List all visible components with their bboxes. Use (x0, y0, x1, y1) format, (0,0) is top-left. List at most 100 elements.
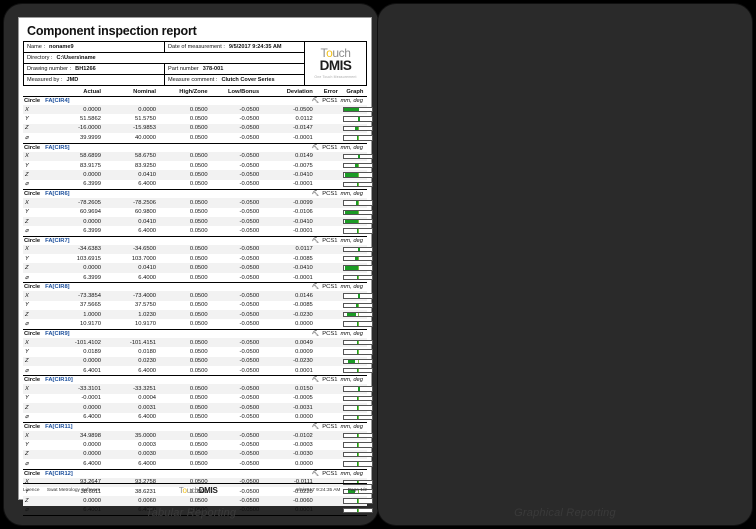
bar-fill (357, 368, 359, 373)
bar-fill (355, 303, 358, 308)
cell-nominal: -101.4151 (129, 339, 157, 346)
cell-actual: 37.5665 (80, 302, 101, 309)
cell-nominal: 0.0000 (138, 106, 157, 113)
cell-high-zone: 0.0500 (189, 218, 208, 225)
units-label: mm, deg (340, 284, 363, 291)
cell-deviation: -0.0003 (293, 442, 313, 449)
cell-axis: Y (25, 442, 29, 449)
cell-low-bonus: -0.0500 (239, 274, 260, 281)
caption-tabular: Tabular Reporting (145, 507, 237, 519)
cell-deviation: 0.0146 (295, 292, 313, 299)
group-name: Circle FA[CIR11] (24, 424, 73, 430)
bar-fill (357, 154, 361, 158)
cell-graph (342, 395, 373, 402)
cell-nominal: 0.0060 (138, 497, 157, 504)
cell-deviation: -0.0001 (293, 134, 313, 141)
cell-nominal: -78.2506 (133, 199, 157, 206)
probe-icon: ⛏ (311, 377, 320, 384)
coordinate-system-label: PCS1 (322, 98, 338, 104)
table-row: ⌀ 6.4000 6.4000 0.0500 -0.0500 0.0000 (23, 459, 373, 468)
bar-center-tick (357, 126, 359, 131)
cell-actual: -73.3854 (78, 292, 101, 299)
cell-low-bonus: -0.0500 (239, 125, 260, 132)
cell-actual: 6.4001 (83, 367, 101, 374)
footer-licence: Licence Swat Metrology Software (23, 488, 101, 493)
cell-actual: 58.6899 (80, 153, 101, 160)
cell-nominal: 0.0410 (138, 265, 157, 272)
group-feature-label: FA[CIR4] (45, 98, 70, 104)
cell-low-bonus: -0.0500 (239, 339, 260, 346)
group-name: Circle FA[CIR4] (24, 98, 70, 104)
cell-actual: 0.0000 (83, 218, 101, 225)
cell-deviation: -0.0001 (293, 227, 313, 234)
cell-nominal: 6.4000 (138, 274, 157, 281)
table-row: Z 0.0000 0.0060 0.0500 -0.0500 -0.0060 (23, 496, 373, 506)
coordinate-system-label: PCS1 (322, 423, 338, 430)
cell-graph (342, 358, 373, 364)
cell-nominal: 0.0180 (138, 348, 157, 355)
cell-low-bonus: -0.0500 (239, 227, 260, 234)
cell-nominal: 40.0000 (135, 134, 157, 141)
cell-deviation: 0.0149 (295, 153, 313, 160)
deviation-bar (342, 162, 373, 169)
bar-fill (357, 275, 359, 280)
cell-low-bonus: -0.0500 (239, 181, 260, 188)
bar-fill (357, 443, 359, 447)
cell-nominal: 6.4000 (138, 460, 157, 467)
cell-nominal: 60.9800 (135, 209, 157, 216)
table-row: Z 0.0000 0.0230 0.0500 -0.0500 -0.0230 (23, 356, 373, 366)
bar-center-tick (357, 499, 359, 503)
table-group: Circle FA[CIR10] ⛏ PCS1 mm, deg X -33.3101 -33.… (23, 376, 373, 423)
group-type-label: Circle (24, 470, 41, 477)
cell-graph (342, 312, 373, 318)
deviation-bar (342, 386, 373, 392)
coordinate-system-label: PCS1 (322, 284, 338, 291)
probe-icon: ⛏ (311, 237, 320, 244)
group-name: Circle FA[CIR7] (24, 238, 70, 244)
field-directory: Directory : C:\Users\name (27, 55, 96, 61)
cell-graph (342, 107, 373, 113)
report-header-fields: Name : noname9 Date of measurement : 9/5… (24, 42, 304, 85)
cell-deviation: 0.0000 (295, 321, 313, 328)
table-group: Circle FA[CIR6] ⛏ PCS1 mm, deg X -78.2605 -78.2… (23, 190, 373, 237)
field-drawing-number: Drawing number : BH1266 (27, 66, 96, 72)
bar-center-tick (357, 406, 359, 410)
cell-deviation: -0.0147 (293, 125, 313, 132)
cell-axis: Z (25, 125, 29, 132)
units-label: mm, deg (340, 191, 363, 198)
bar-center-tick (357, 359, 359, 363)
deviation-bar (342, 153, 373, 159)
deviation-bar (342, 321, 373, 327)
deviation-bar (342, 228, 373, 234)
cell-low-bonus: -0.0500 (239, 442, 260, 449)
cell-graph (342, 274, 373, 281)
cell-axis: Z (25, 311, 29, 318)
cell-actual: 0.0000 (83, 106, 101, 113)
bar-fill (355, 201, 358, 205)
deviation-bar (342, 181, 373, 188)
bar-fill (357, 294, 361, 298)
cell-graph (342, 321, 373, 327)
cell-nominal: 6.4000 (138, 227, 157, 234)
bar-fill (357, 387, 361, 391)
header-row: Name : noname9 Date of measurement : 9/5… (24, 42, 304, 53)
cell-high-zone: 0.0500 (189, 414, 208, 421)
cell-graph (342, 432, 373, 439)
table-row: Z 0.0000 0.0031 0.0500 -0.0500 -0.0031 (23, 403, 373, 413)
cell-nominal: -15.9853 (133, 125, 157, 132)
bar-fill (357, 182, 359, 187)
group-type-label: Circle (24, 191, 41, 198)
cell-high-zone: 0.0500 (189, 227, 208, 234)
cell-graph (342, 200, 373, 206)
col-deviation: Deviation (286, 89, 313, 95)
cell-axis: X (25, 386, 29, 393)
group-units: ⛏ PCS1 mm, deg (312, 424, 365, 430)
bar-fill (357, 462, 359, 466)
cell-deviation: -0.0005 (293, 395, 313, 402)
deviation-bar (342, 312, 373, 318)
table-row: ⌀ 6.4000 6.4000 0.0500 -0.0500 0.0000 (23, 413, 373, 422)
deviation-bar (342, 358, 373, 364)
cell-deviation: -0.0001 (293, 274, 313, 281)
cell-deviation: -0.0001 (293, 181, 313, 188)
cell-axis: Z (25, 451, 29, 458)
